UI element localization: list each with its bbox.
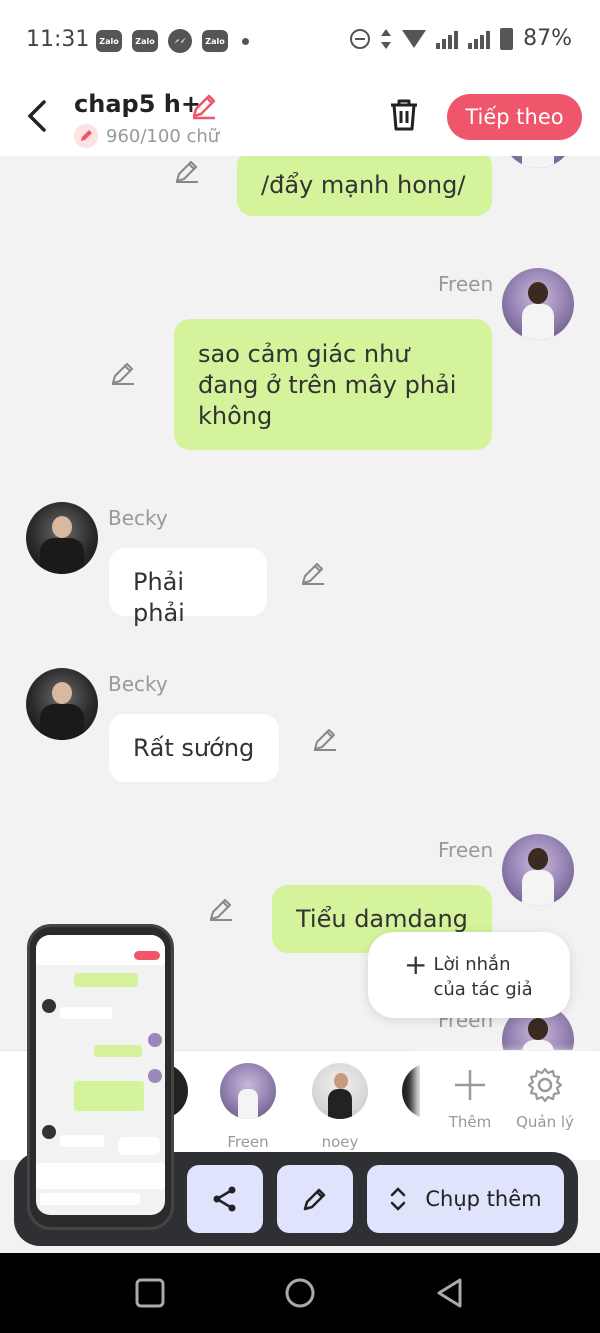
manage-characters-button[interactable]: Quản lý bbox=[515, 1065, 575, 1131]
character-name: Freen bbox=[227, 1133, 269, 1151]
message-bubble[interactable]: Rất sướng bbox=[109, 714, 279, 782]
recents-button[interactable] bbox=[134, 1277, 166, 1309]
zalo-icon: Zalo bbox=[96, 30, 122, 52]
back-button[interactable] bbox=[22, 98, 52, 134]
capture-more-label: Chụp thêm bbox=[425, 1187, 542, 1211]
trash-icon bbox=[391, 99, 417, 131]
status-bar: 11:31 Zalo Zalo Zalo 87% bbox=[0, 0, 600, 78]
add-character-button[interactable]: Thêm bbox=[440, 1065, 500, 1131]
back-nav-button[interactable] bbox=[434, 1277, 466, 1309]
sender-name: Freen bbox=[438, 838, 494, 862]
plus-icon bbox=[455, 1070, 485, 1100]
sender-name: Becky bbox=[108, 506, 168, 530]
battery-level: 87% bbox=[523, 26, 572, 51]
screenshot-preview[interactable] bbox=[27, 924, 174, 1230]
edit-pencil-icon[interactable] bbox=[174, 158, 200, 184]
zalo-icon: Zalo bbox=[132, 30, 158, 52]
share-button[interactable] bbox=[187, 1165, 263, 1233]
signal-icon-2 bbox=[468, 29, 491, 49]
edit-pencil-icon[interactable] bbox=[110, 360, 136, 386]
edit-pencil-icon[interactable] bbox=[208, 896, 234, 922]
message-bubble[interactable]: Phải phải bbox=[109, 548, 267, 627]
messenger-icon bbox=[168, 29, 192, 53]
editor-header: chap5 h+ 960/100 chữ Tiếp theo bbox=[0, 78, 600, 156]
do-not-disturb-icon bbox=[350, 28, 371, 49]
author-note-line1: Lời nhắn bbox=[433, 954, 511, 975]
character-avatar bbox=[220, 1063, 276, 1119]
notification-icons: Zalo Zalo Zalo bbox=[96, 29, 249, 53]
status-time: 11:31 bbox=[26, 27, 90, 52]
share-icon bbox=[213, 1186, 236, 1212]
battery-icon bbox=[500, 27, 514, 50]
message-bubble[interactable]: sao cảm giác như đang ở trên mây phải kh… bbox=[174, 319, 492, 450]
sender-name: Freen bbox=[438, 272, 494, 296]
next-button[interactable]: Tiếp theo bbox=[447, 94, 582, 140]
avatar-freen[interactable] bbox=[502, 268, 574, 340]
edit-pencil-icon[interactable] bbox=[300, 560, 326, 586]
avatar-freen[interactable] bbox=[502, 834, 574, 906]
more-notifications-dot bbox=[242, 37, 249, 45]
character-freen[interactable]: Freen bbox=[218, 1063, 278, 1151]
manage-label: Quản lý bbox=[516, 1113, 574, 1131]
delete-button[interactable] bbox=[388, 98, 420, 136]
plus-icon: + bbox=[404, 948, 428, 981]
wifi-icon bbox=[402, 29, 427, 48]
character-noey[interactable]: noey bbox=[310, 1063, 370, 1151]
strip-actions: Thêm Quản lý bbox=[420, 1051, 600, 1161]
word-count: 960/100 chữ bbox=[74, 124, 219, 148]
character-avatar bbox=[312, 1063, 368, 1119]
chevron-left-icon bbox=[27, 100, 46, 132]
home-button[interactable] bbox=[284, 1277, 316, 1309]
avatar-becky[interactable] bbox=[26, 668, 98, 740]
chapter-title[interactable]: chap5 h+ bbox=[74, 90, 201, 118]
word-count-text: 960/100 chữ bbox=[106, 125, 220, 147]
edit-title-button[interactable] bbox=[190, 92, 218, 124]
avatar-freen[interactable] bbox=[502, 156, 574, 168]
add-label: Thêm bbox=[448, 1113, 492, 1131]
signal-icon bbox=[436, 29, 459, 49]
pencil-icon bbox=[74, 124, 98, 148]
author-note-button[interactable]: + Lời nhắn của tác giả bbox=[368, 932, 570, 1018]
pencil-icon bbox=[192, 94, 216, 120]
author-note-line2: của tác giả bbox=[433, 979, 533, 1000]
preview-screen bbox=[36, 935, 165, 1215]
expand-icon bbox=[391, 1187, 406, 1211]
avatar-becky[interactable] bbox=[26, 502, 98, 574]
system-navigation-bar bbox=[0, 1253, 600, 1333]
zalo-icon: Zalo bbox=[202, 30, 228, 52]
sender-name: Becky bbox=[108, 672, 168, 696]
gear-icon bbox=[527, 1067, 563, 1103]
data-arrows-icon bbox=[381, 28, 392, 49]
system-icons: 87% bbox=[350, 26, 572, 51]
chat-area[interactable]: /đẩy mạnh hong/ Freen sao cảm giác như đ… bbox=[0, 156, 600, 1050]
message-bubble[interactable]: /đẩy mạnh hong/ bbox=[237, 156, 492, 216]
edit-button[interactable] bbox=[277, 1165, 353, 1233]
pencil-icon bbox=[303, 1188, 326, 1211]
edit-pencil-icon[interactable] bbox=[312, 726, 338, 752]
character-name: noey bbox=[321, 1133, 359, 1151]
capture-more-button[interactable]: Chụp thêm bbox=[367, 1165, 564, 1233]
